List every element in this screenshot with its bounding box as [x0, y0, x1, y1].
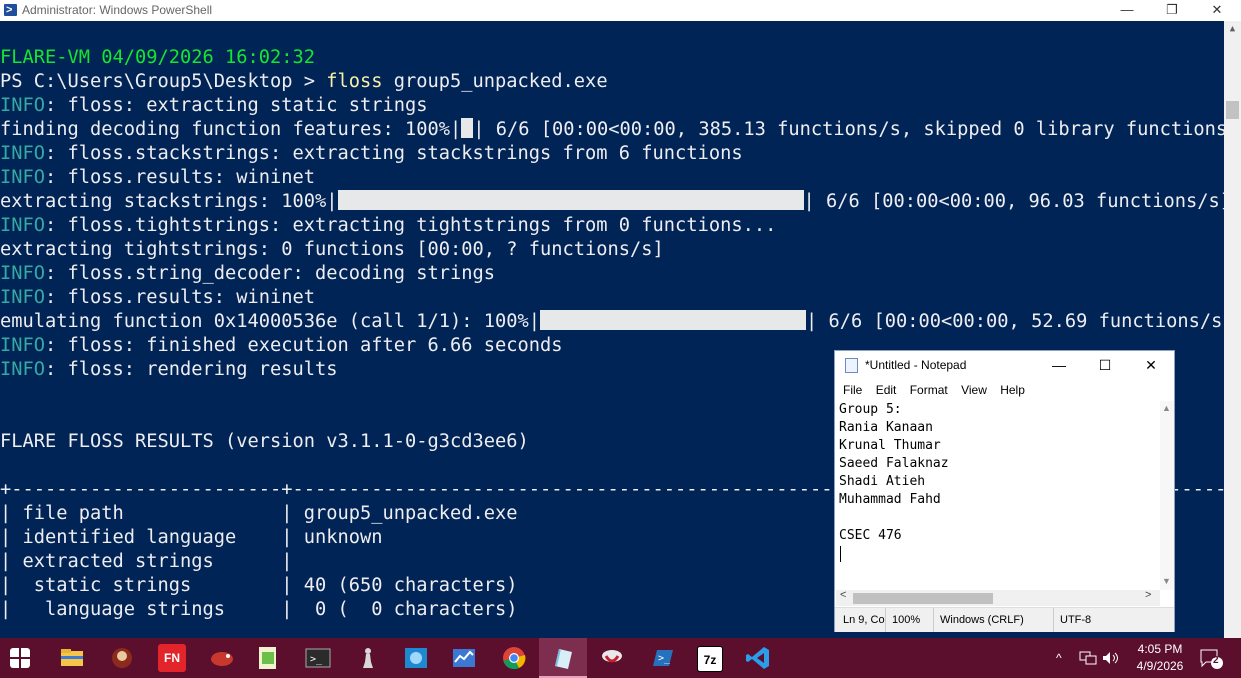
- output-line: INFO: floss.results: wininet: [0, 167, 316, 188]
- scroll-up-icon[interactable]: ▲: [1224, 21, 1241, 38]
- scroll-down-icon[interactable]: ▼: [1162, 576, 1171, 586]
- prompt-line: PS C:\Users\Group5\Desktop > floss group…: [0, 70, 608, 94]
- text-line: Group 5:: [839, 402, 902, 417]
- output-line: INFO: floss: extracting static strings: [0, 95, 428, 116]
- scrollbar-thumb[interactable]: [853, 593, 993, 604]
- output-line: INFO: floss: finished execution after 6.…: [0, 335, 563, 356]
- vscode-icon[interactable]: [744, 644, 772, 672]
- powershell-taskbar-icon[interactable]: >_: [648, 644, 676, 672]
- volume-icon[interactable]: [1102, 651, 1120, 665]
- prompt: PS C:\Users\Group5\Desktop >: [0, 71, 327, 92]
- notepad-menubar: File Edit Format View Help: [835, 379, 1174, 401]
- svg-text:>_: >_: [310, 654, 323, 665]
- output-line: INFO: floss.stackstrings: extracting sta…: [0, 143, 743, 164]
- text-line: Krunal Thumar: [839, 438, 941, 453]
- scroll-up-icon[interactable]: ▲: [1162, 403, 1171, 413]
- maximize-button[interactable]: ❐: [1149, 0, 1195, 21]
- taskbar-clock[interactable]: 4:05 PM 4/9/2026: [1128, 641, 1192, 675]
- close-button[interactable]: ✕: [1194, 0, 1240, 21]
- ghidra-icon[interactable]: [108, 644, 136, 672]
- notepad-maximize-button[interactable]: ☐: [1082, 351, 1128, 379]
- terminal-header: FLARE-VM 04/09/2026 16:02:32: [0, 47, 316, 68]
- status-line-ending: Windows (CRLF): [933, 608, 1024, 632]
- output-line: INFO: floss: rendering results: [0, 359, 338, 380]
- menu-format[interactable]: Format: [910, 383, 948, 397]
- progress-line: finding decoding function features: 100%…: [0, 118, 1224, 140]
- chrome-icon[interactable]: [500, 644, 528, 672]
- status-position: Ln 9, Co: [843, 614, 885, 626]
- ida-icon[interactable]: [208, 644, 236, 672]
- output-line: INFO: floss.tightstrings: extracting tig…: [0, 215, 777, 236]
- output-line: INFO: floss.string_decoder: decoding str…: [0, 263, 496, 284]
- notepad-minimize-button[interactable]: —: [1036, 351, 1082, 379]
- svg-text:>_: >_: [658, 653, 671, 664]
- text-line: Shadi Atieh: [839, 474, 926, 489]
- notepad-title: *Untitled - Notepad: [865, 358, 967, 372]
- terminal-icon[interactable]: >_: [304, 644, 332, 672]
- menu-help[interactable]: Help: [1000, 383, 1025, 397]
- progress-line: extracting stackstrings: 100%| | 6/6 [00:…: [0, 190, 1224, 212]
- notepad-close-button[interactable]: ✕: [1128, 351, 1174, 379]
- output-line: extracting tightstrings: 0 functions [00…: [0, 239, 664, 260]
- notepad-horizontal-scrollbar[interactable]: < >: [836, 589, 1160, 606]
- status-zoom: 100%: [885, 608, 920, 632]
- progress-line: emulating function 0x14000536e (call 1/1…: [0, 310, 1224, 332]
- progress-bar: [337, 190, 804, 210]
- powershell-titlebar: Administrator: Windows PowerShell — ❐ ✕: [0, 0, 1241, 21]
- notepad-statusbar: Ln 9, Co 100% Windows (CRLF) UTF-8: [835, 607, 1174, 632]
- notepad-icon: [845, 358, 858, 373]
- 7zip-icon[interactable]: 7z: [697, 646, 723, 672]
- menu-file[interactable]: File: [843, 383, 862, 397]
- text-line: Muhammad Fahd: [839, 492, 941, 507]
- scroll-left-icon[interactable]: <: [840, 589, 846, 601]
- notepad-icon[interactable]: [549, 644, 577, 672]
- powershell-icon: [4, 0, 17, 21]
- scroll-right-icon[interactable]: >: [1145, 589, 1151, 601]
- windows-start-icon[interactable]: [10, 648, 30, 668]
- notification-count: 2: [1213, 655, 1219, 666]
- text-line: Saeed Falaknaz: [839, 456, 949, 471]
- minimize-button[interactable]: —: [1104, 0, 1150, 21]
- clock-time: 4:05 PM: [1137, 642, 1183, 656]
- status-encoding: UTF-8: [1053, 608, 1091, 632]
- notepad-vertical-scrollbar[interactable]: ▲ ▼: [1160, 401, 1174, 590]
- text-line: Rania Kanaan: [839, 420, 933, 435]
- fakenet-icon[interactable]: FN: [158, 644, 186, 672]
- results-title: FLARE FLOSS RESULTS (version v3.1.1-0-g3…: [0, 431, 529, 452]
- file-explorer-icon[interactable]: [58, 644, 86, 672]
- progress-bar: [540, 310, 807, 330]
- command-name: floss: [326, 71, 383, 92]
- scrollbar-thumb[interactable]: [1226, 101, 1239, 119]
- network-tool-icon[interactable]: [598, 644, 626, 672]
- notepad-plus-plus-icon[interactable]: [254, 644, 282, 672]
- notepad-window[interactable]: *Untitled - Notepad — ☐ ✕ File Edit Form…: [834, 350, 1175, 632]
- x64dbg-icon[interactable]: [354, 644, 382, 672]
- menu-view[interactable]: View: [961, 383, 987, 397]
- notepad-text-area[interactable]: Group 5: Rania Kanaan Krunal Thumar Saee…: [836, 401, 1160, 590]
- process-monitor-icon[interactable]: [402, 644, 430, 672]
- text-line: CSEC 476: [839, 528, 902, 543]
- process-hacker-icon[interactable]: [450, 644, 478, 672]
- tray-expand-icon[interactable]: ^: [1056, 638, 1062, 678]
- notepad-titlebar: *Untitled - Notepad — ☐ ✕: [835, 351, 1174, 379]
- taskbar: FN >_ >_ 7z ^ 4:05 PM 4/9/2026 2: [0, 638, 1241, 678]
- output-line: INFO: floss.results: wininet: [0, 287, 316, 308]
- menu-edit[interactable]: Edit: [876, 383, 897, 397]
- network-icon[interactable]: [1079, 651, 1097, 665]
- progress-bar: [461, 118, 474, 138]
- command-args: group5_unpacked.exe: [382, 71, 608, 92]
- terminal-scrollbar[interactable]: ▲: [1224, 21, 1241, 638]
- clock-date: 4/9/2026: [1136, 659, 1184, 673]
- text-cursor: [840, 546, 841, 562]
- window-title: Administrator: Windows PowerShell: [22, 3, 213, 17]
